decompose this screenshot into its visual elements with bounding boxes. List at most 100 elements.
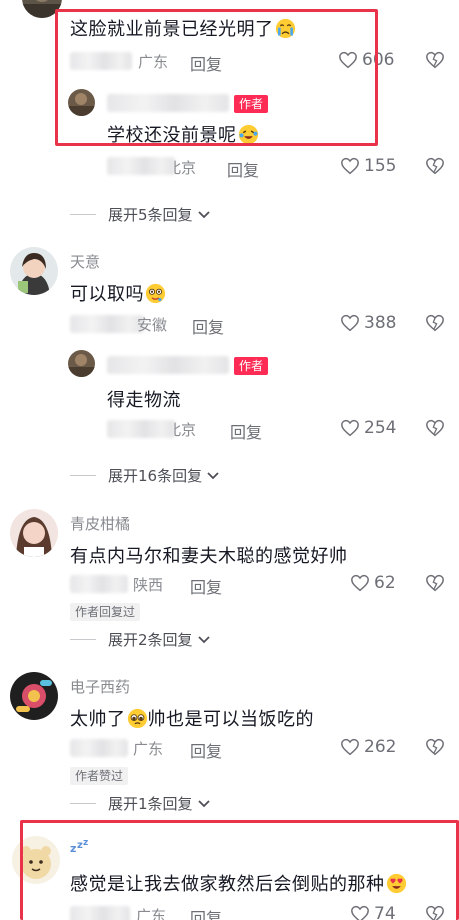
expand-label: 展开16条回复 xyxy=(108,467,203,485)
like-count: 62 xyxy=(374,573,396,593)
like-button[interactable]: 606 xyxy=(338,50,394,70)
drooling-emoji xyxy=(145,283,166,304)
heart-outline-icon xyxy=(341,738,359,756)
expand-label: 展开5条回复 xyxy=(108,206,193,224)
blurred-username xyxy=(70,739,128,757)
like-count: 262 xyxy=(364,737,397,757)
like-button[interactable]: 155 xyxy=(340,156,396,176)
location: 广东 xyxy=(133,740,164,758)
expand-replies-button[interactable]: 展开5条回复 xyxy=(70,204,211,225)
broken-heart-icon xyxy=(426,905,444,920)
expand-label: 展开2条回复 xyxy=(108,631,193,649)
blurred-username xyxy=(70,315,144,333)
expand-replies-button[interactable]: 展开16条回复 xyxy=(70,465,220,486)
dislike-button[interactable] xyxy=(425,51,445,69)
divider xyxy=(70,475,96,476)
heart-outline-icon xyxy=(341,157,359,175)
location: 广东 xyxy=(138,53,169,71)
like-button[interactable]: 62 xyxy=(350,573,396,593)
heart-eyes-emoji xyxy=(386,873,406,894)
dislike-button[interactable] xyxy=(425,314,445,332)
dislike-button[interactable] xyxy=(425,419,445,437)
author-liked-badge: 作者赞过 xyxy=(70,767,129,785)
like-count: 155 xyxy=(364,156,397,176)
heart-outline-icon xyxy=(341,314,359,332)
dislike-button[interactable] xyxy=(425,905,445,920)
location: 安徽 xyxy=(137,316,168,334)
broken-heart-icon xyxy=(426,157,444,175)
dislike-button[interactable] xyxy=(425,738,445,756)
comment-text: 太帅了 帅也是可以当饭吃的 xyxy=(70,708,314,730)
like-button[interactable]: 388 xyxy=(340,313,396,333)
dislike-button[interactable] xyxy=(425,157,445,175)
divider xyxy=(70,214,96,215)
crying-emoji xyxy=(275,18,295,39)
reply-button[interactable]: 回复 xyxy=(190,574,222,598)
comment-text: 感觉是让我去做家教然后会倒贴的那种 xyxy=(70,870,407,896)
reply-button[interactable]: 回复 xyxy=(230,419,262,443)
broken-heart-icon xyxy=(426,314,444,332)
author-avatar[interactable] xyxy=(68,89,95,116)
svg-text:z: z xyxy=(83,838,88,848)
broken-heart-icon xyxy=(426,419,444,437)
reply-button[interactable]: 回复 xyxy=(190,51,222,75)
heart-outline-icon xyxy=(351,905,369,920)
expand-label: 展开1条回复 xyxy=(108,795,193,813)
reply-button[interactable]: 回复 xyxy=(190,738,222,762)
blurred-username xyxy=(107,356,229,374)
divider xyxy=(70,639,96,640)
reply-button[interactable]: 回复 xyxy=(192,314,224,338)
avatar[interactable] xyxy=(12,836,60,884)
like-button[interactable]: 254 xyxy=(340,418,396,438)
heart-outline-icon xyxy=(351,574,369,592)
laughing-crying-emoji xyxy=(238,124,258,145)
username[interactable]: 青皮柑橘 xyxy=(70,513,130,534)
blurred-username xyxy=(70,575,128,593)
avatar[interactable] xyxy=(10,672,58,720)
username[interactable]: 天意 xyxy=(70,251,100,272)
heart-outline-icon xyxy=(341,419,359,437)
zzz-icon: zzz xyxy=(70,838,92,858)
avatar[interactable] xyxy=(22,0,62,18)
like-count: 388 xyxy=(364,313,397,333)
chevron-down-icon xyxy=(197,799,210,807)
broken-heart-icon xyxy=(426,574,444,592)
chevron-down-icon xyxy=(197,635,210,643)
author-avatar[interactable] xyxy=(68,350,95,377)
author-tag: 作者 xyxy=(234,357,269,375)
like-count: 606 xyxy=(362,50,395,70)
reply-text: 得走物流 xyxy=(107,390,181,411)
location: 陕西 xyxy=(133,576,164,594)
reply-text: 学校还没前景呢 xyxy=(107,121,259,147)
blurred-username xyxy=(107,420,175,438)
blurred-username xyxy=(70,52,132,70)
reply-button[interactable]: 回复 xyxy=(190,905,222,920)
comment-text: 这脸就业前景已经光明了 xyxy=(70,15,296,41)
dislike-button[interactable] xyxy=(425,574,445,592)
like-count: 74 xyxy=(374,904,396,920)
like-button[interactable]: 262 xyxy=(340,737,396,757)
broken-heart-icon xyxy=(426,51,444,69)
svg-text:z: z xyxy=(70,842,76,854)
chevron-down-icon xyxy=(207,471,219,479)
blurred-username xyxy=(107,94,229,112)
comment-text: 可以取吗 xyxy=(70,280,166,306)
like-count: 254 xyxy=(364,418,397,438)
blurred-username xyxy=(70,906,130,920)
avatar[interactable] xyxy=(10,247,58,295)
heart-outline-icon xyxy=(339,51,357,69)
chevron-down-icon xyxy=(197,210,210,218)
avatar[interactable] xyxy=(10,509,58,557)
reply-button[interactable]: 回复 xyxy=(227,157,259,181)
location: 广东 xyxy=(136,907,167,920)
author-replied-badge: 作者回复过 xyxy=(70,603,141,621)
expand-replies-button[interactable]: 展开1条回复 xyxy=(70,793,211,814)
tearful-emoji xyxy=(127,708,147,729)
comment-text: 有点内马尔和妻夫木聪的感觉好帅 xyxy=(70,546,348,567)
blurred-username xyxy=(107,157,175,175)
username[interactable]: 电子西药 xyxy=(70,676,130,697)
like-button[interactable]: 74 xyxy=(350,904,396,920)
expand-replies-button[interactable]: 展开2条回复 xyxy=(70,629,211,650)
broken-heart-icon xyxy=(426,738,444,756)
author-tag: 作者 xyxy=(234,95,269,113)
